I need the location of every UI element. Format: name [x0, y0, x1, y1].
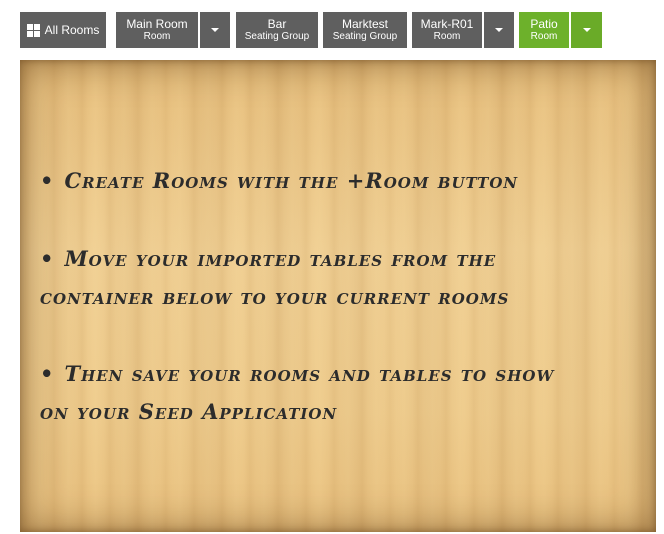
room-button-mark-r01[interactable]: Mark-R01 Room — [412, 12, 482, 48]
room-type: Seating Group — [332, 31, 398, 42]
instruction-item: • Then save your rooms and tables to show… — [40, 361, 555, 424]
mark-r01-dropdown-button[interactable] — [484, 12, 514, 48]
room-type: Room — [433, 31, 461, 42]
instruction-text: Create Rooms with the +Room button — [64, 168, 519, 193]
room-name: Marktest — [341, 17, 388, 31]
all-rooms-label: All Rooms — [44, 23, 100, 37]
instruction-item: • Create Rooms with the +Room button — [40, 168, 519, 193]
chevron-down-icon — [211, 28, 219, 32]
chevron-down-icon — [495, 28, 503, 32]
room-button-bar[interactable]: Bar Seating Group — [236, 12, 318, 48]
room-toolbar: All Rooms Main Room Room Bar Seating Gro… — [0, 0, 664, 56]
all-rooms-button[interactable]: All Rooms — [20, 12, 106, 48]
room-name: Bar — [267, 17, 287, 31]
room-button-main-room[interactable]: Main Room Room — [116, 12, 198, 48]
instruction-text: Move your imported tables from the conta… — [40, 246, 510, 309]
room-type: Room — [143, 31, 171, 42]
main-room-dropdown-button[interactable] — [200, 12, 230, 48]
room-type: Seating Group — [244, 31, 310, 42]
instruction-text: Then save your rooms and tables to show … — [40, 361, 555, 424]
room-name: Main Room — [126, 17, 188, 31]
instruction-item: • Move your imported tables from the cont… — [40, 246, 510, 309]
room-button-marktest[interactable]: Marktest Seating Group — [323, 12, 407, 48]
room-type: Room — [530, 31, 558, 42]
grid-icon — [26, 23, 40, 37]
room-name: Mark-R01 — [420, 17, 474, 31]
room-button-patio[interactable]: Patio Room — [519, 12, 569, 48]
chevron-down-icon — [582, 28, 591, 32]
room-name: Patio — [530, 17, 558, 31]
patio-dropdown-button[interactable] — [571, 12, 602, 48]
